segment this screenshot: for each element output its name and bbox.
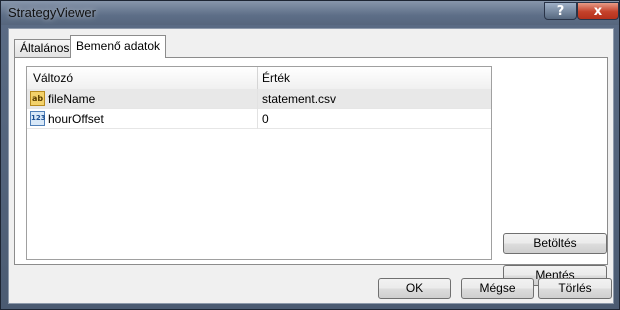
reset-button[interactable]: Törlés xyxy=(538,278,612,299)
dialog-client-area: Általános Bemenő adatok Változó Érték ab… xyxy=(8,28,614,304)
cell-divider xyxy=(257,109,258,129)
title-bar[interactable]: StrategyViewer ? x xyxy=(1,1,619,25)
close-button[interactable]: x xyxy=(577,2,619,20)
string-type-icon: ab xyxy=(30,91,45,106)
integer-type-icon: 123 xyxy=(30,111,46,126)
column-header-value[interactable]: Érték xyxy=(262,71,290,85)
column-header-variable[interactable]: Változó xyxy=(33,71,73,85)
cancel-button[interactable]: Mégse xyxy=(461,278,534,299)
strategy-viewer-window: StrategyViewer ? x Általános Bemenő adat… xyxy=(0,0,620,310)
variable-value[interactable]: statement.csv xyxy=(262,92,336,106)
cell-divider xyxy=(257,89,258,109)
table-row[interactable]: ab fileName statement.csv xyxy=(27,89,491,109)
variable-name: fileName xyxy=(48,92,96,106)
grid-header: Változó Érték xyxy=(27,67,491,90)
table-row[interactable]: 123 hourOffset 0 xyxy=(27,109,491,129)
column-divider[interactable] xyxy=(257,67,258,89)
window-title: StrategyViewer xyxy=(8,5,96,20)
inputs-grid: Változó Érték ab fileName statement.csv … xyxy=(26,66,492,260)
help-button[interactable]: ? xyxy=(544,2,577,20)
inputs-tab-panel: Változó Érték ab fileName statement.csv … xyxy=(14,57,608,286)
load-button[interactable]: Betöltés xyxy=(503,233,607,254)
tab-inputs[interactable]: Bemenő adatok xyxy=(70,35,167,58)
variable-name: hourOffset xyxy=(48,112,104,126)
variable-value[interactable]: 0 xyxy=(262,112,269,126)
tab-general[interactable]: Általános xyxy=(14,39,76,57)
ok-button[interactable]: OK xyxy=(378,278,451,299)
